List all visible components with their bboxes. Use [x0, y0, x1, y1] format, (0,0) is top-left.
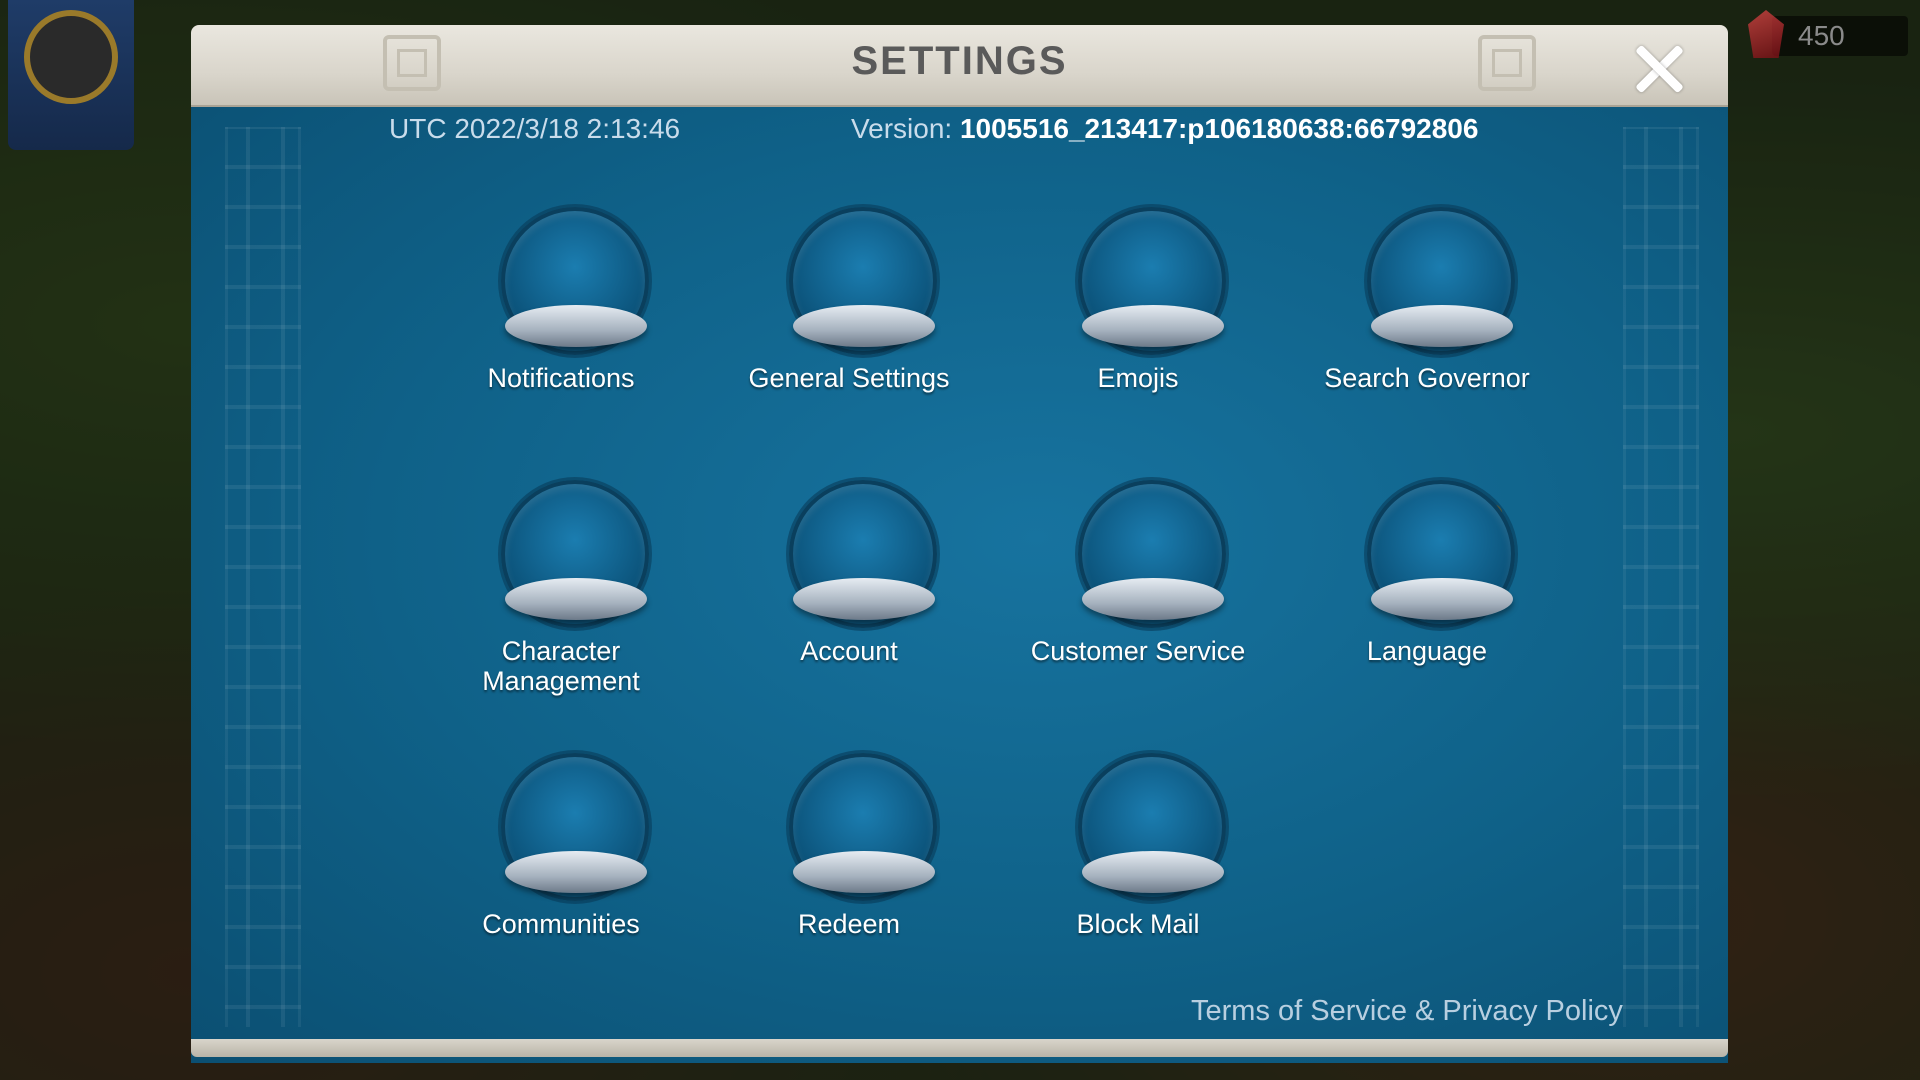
search-governor-button[interactable]: Search Governor — [1307, 207, 1547, 447]
icon-pedestal — [1371, 578, 1513, 620]
redeem-button[interactable]: Redeem — [729, 753, 969, 993]
dialog-title: SETTINGS — [851, 39, 1068, 83]
general-settings-button[interactable]: General Settings — [729, 207, 969, 447]
language-button[interactable]: Language — [1307, 480, 1547, 720]
account-button[interactable]: Account — [729, 480, 969, 720]
version-label: Version: — [851, 113, 953, 144]
communities-button[interactable]: Communities — [441, 753, 681, 993]
icon-pedestal — [1371, 305, 1513, 347]
customer-service-button[interactable]: Customer Service — [1018, 480, 1258, 720]
customer-service-label: Customer Service — [1030, 636, 1246, 666]
character-management-button[interactable]: Character Management — [441, 480, 681, 720]
notifications-icon-wrap — [501, 207, 651, 357]
meander-border-left — [225, 127, 301, 1027]
notifications-label: Notifications — [487, 363, 635, 393]
general-settings-icon-wrap — [789, 207, 939, 357]
search-governor-label: Search Governor — [1324, 363, 1530, 393]
search-governor-icon-wrap — [1367, 207, 1517, 357]
block-mail-icon-wrap — [1078, 753, 1228, 903]
account-icon-wrap — [789, 480, 939, 630]
terms-privacy-link[interactable]: Terms of Service & Privacy Policy — [1191, 995, 1623, 1028]
version-info: Version: 1005516_213417:p106180638:66792… — [851, 113, 1478, 145]
redeem-label: Redeem — [797, 909, 901, 939]
icon-pedestal — [505, 305, 647, 347]
icon-pedestal — [505, 578, 647, 620]
communities-icon-wrap — [501, 753, 651, 903]
icon-pedestal — [1082, 578, 1224, 620]
icon-pedestal — [505, 851, 647, 893]
meander-border-right — [1623, 127, 1699, 1027]
utc-time: UTC 2022/3/18 2:13:46 — [389, 113, 681, 144]
character-management-icon-wrap — [501, 480, 651, 630]
dialog-titlebar: SETTINGS — [191, 25, 1728, 107]
general-settings-label: General Settings — [748, 363, 950, 393]
block-mail-label: Block Mail — [1076, 909, 1200, 939]
notifications-button[interactable]: Notifications — [441, 207, 681, 447]
emojis-icon-wrap — [1078, 207, 1228, 357]
icon-pedestal — [1082, 305, 1224, 347]
icon-pedestal — [793, 578, 935, 620]
emojis-label: Emojis — [1097, 363, 1179, 393]
customer-service-icon-wrap — [1078, 480, 1228, 630]
settings-dialog: SETTINGS UTC 2022/3/18 2:13:46 Version: … — [191, 25, 1728, 1063]
emojis-button[interactable]: Emojis — [1018, 207, 1258, 447]
character-management-label: Character Management — [482, 636, 640, 696]
icon-pedestal — [1082, 851, 1224, 893]
gem-count: 450 — [1798, 20, 1845, 51]
close-icon[interactable] — [1631, 41, 1687, 97]
icon-pedestal — [793, 305, 935, 347]
language-label: Language — [1366, 636, 1488, 666]
block-mail-button[interactable]: Block Mail — [1018, 753, 1258, 993]
account-label: Account — [800, 636, 898, 666]
version-value: 1005516_213417:p106180638:66792806 — [959, 113, 1479, 144]
dialog-bottom-rim — [191, 1039, 1728, 1057]
redeem-icon-wrap — [789, 753, 939, 903]
communities-label: Communities — [482, 909, 640, 939]
icon-pedestal — [793, 851, 935, 893]
hud-avatar — [24, 10, 118, 104]
language-icon-wrap — [1367, 480, 1517, 630]
